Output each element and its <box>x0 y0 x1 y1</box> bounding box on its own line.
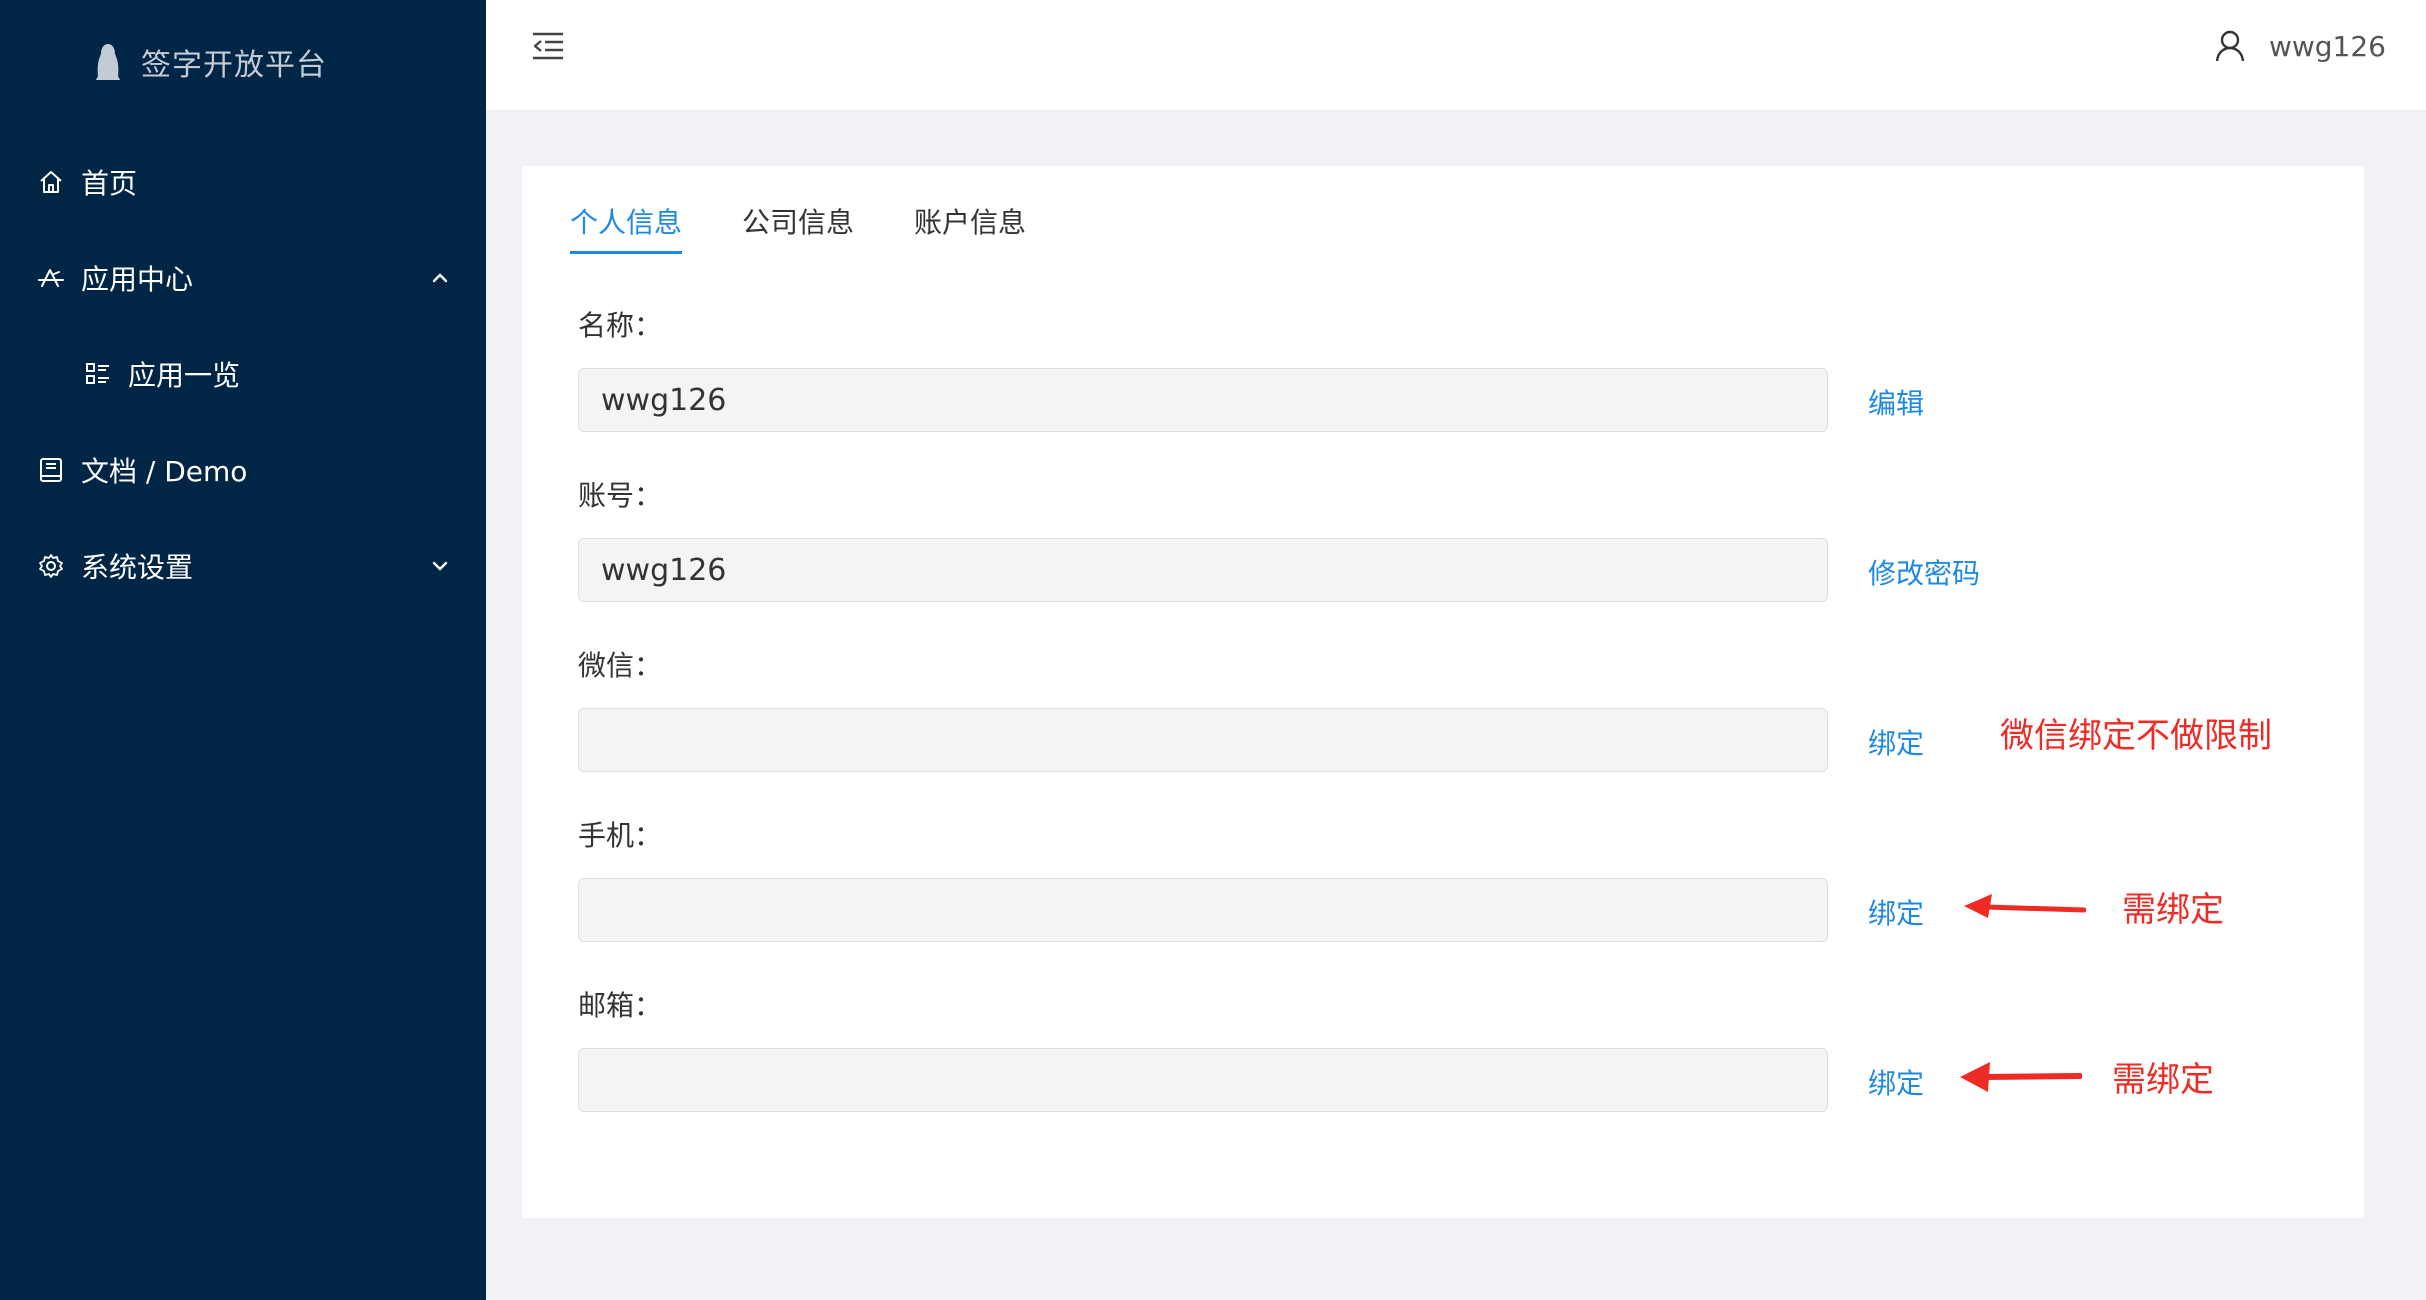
tab-company-info[interactable]: 公司信息 <box>742 196 854 254</box>
sidebar-item-home[interactable]: 首页 <box>0 150 486 214</box>
bind-email-link[interactable]: 绑定 <box>1868 1062 1924 1102</box>
email-annotation: 需绑定 <box>2112 1060 2214 1100</box>
tab-account-info[interactable]: 账户信息 <box>914 196 1026 254</box>
sidebar-item-settings[interactable]: 系统设置 <box>0 534 486 598</box>
sidebar-item-label: 系统设置 <box>81 551 194 584</box>
sidebar: 签字开放平台 首页 应用中心 应用一览 文档 / Demo 系统设置 <box>0 0 486 1300</box>
bind-wechat-link[interactable]: 绑定 <box>1868 722 1924 762</box>
user-icon <box>2215 30 2245 62</box>
sidebar-item-label: 文档 / Demo <box>81 455 248 488</box>
top-header: wwg126 <box>486 0 2426 110</box>
account-field[interactable] <box>578 538 1828 602</box>
wechat-label: 微信： <box>578 649 663 682</box>
book-icon <box>40 458 62 482</box>
sidebar-item-app-center[interactable]: 应用中心 <box>0 246 486 310</box>
chevron-down-icon <box>432 561 448 571</box>
phone-arrow-icon <box>1964 894 2086 918</box>
profile-card: 个人信息 公司信息 账户信息 名称： 编辑 账号： 修改密码 微信： 绑定 微信… <box>522 166 2364 1218</box>
account-label: 账号： <box>578 479 663 512</box>
edit-name-link[interactable]: 编辑 <box>1868 382 1924 422</box>
sidebar-item-docs[interactable]: 文档 / Demo <box>0 438 486 502</box>
phone-label: 手机： <box>578 819 663 852</box>
penguin-logo-icon <box>96 44 120 80</box>
logo: 签字开放平台 <box>93 34 327 90</box>
wechat-field[interactable] <box>578 708 1828 772</box>
chevron-up-icon <box>432 273 448 283</box>
sidebar-item-label: 应用一览 <box>128 359 241 392</box>
name-label: 名称： <box>578 309 663 342</box>
tab-bar: 个人信息 公司信息 账户信息 <box>570 196 1086 254</box>
app-store-icon <box>38 269 64 287</box>
list-icon <box>86 363 109 384</box>
sidebar-item-label: 首页 <box>81 167 138 200</box>
home-icon <box>40 171 62 193</box>
sidebar-item-app-list[interactable]: 应用一览 <box>0 342 486 406</box>
wechat-annotation: 微信绑定不做限制 <box>2000 716 2272 756</box>
sidebar-item-label: 应用中心 <box>81 263 194 296</box>
phone-annotation: 需绑定 <box>2122 890 2224 930</box>
email-field[interactable] <box>578 1048 1828 1112</box>
app-root: 签字开放平台 首页 应用中心 应用一览 文档 / Demo 系统设置 wwg12… <box>0 0 2426 1300</box>
email-label: 邮箱： <box>578 989 663 1022</box>
gear-icon <box>39 554 63 578</box>
menu-collapse-icon[interactable] <box>530 28 566 64</box>
name-field[interactable] <box>578 368 1828 432</box>
user-menu[interactable]: wwg126 <box>2213 24 2386 68</box>
username-label: wwg126 <box>2268 29 2386 63</box>
change-password-link[interactable]: 修改密码 <box>1868 552 1980 592</box>
bind-phone-link[interactable]: 绑定 <box>1868 892 1924 932</box>
phone-field[interactable] <box>578 878 1828 942</box>
email-arrow-icon <box>1960 1062 2082 1092</box>
logo-text: 签字开放平台 <box>141 48 327 83</box>
tab-personal-info[interactable]: 个人信息 <box>570 196 683 254</box>
